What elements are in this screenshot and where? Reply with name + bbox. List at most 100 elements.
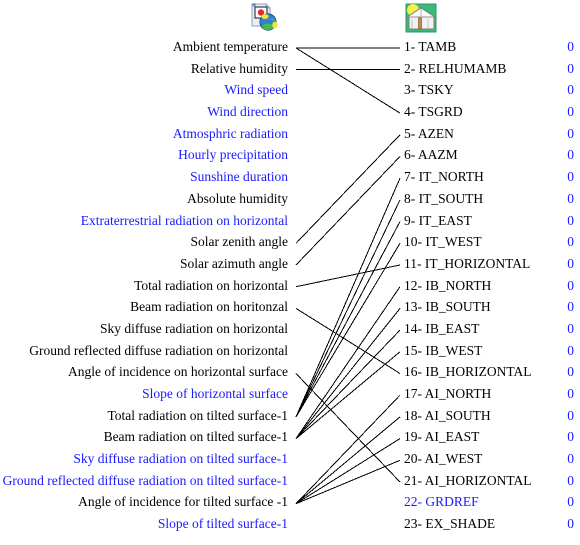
output-variable-row[interactable]: 6- AAZM 0: [404, 144, 580, 166]
output-variable-value: 0: [567, 147, 574, 163]
output-variable-row[interactable]: 9- IT_EAST 0: [404, 210, 580, 232]
input-variable-label: Wind speed: [224, 82, 288, 98]
input-variable-row[interactable]: Total radiation on tilted surface-1: [0, 405, 292, 427]
output-variable-row[interactable]: 15- IB_WEST 0: [404, 340, 580, 362]
output-variable-row[interactable]: 14- IB_EAST 0: [404, 318, 580, 340]
input-variable-row[interactable]: Ground reflected diffuse radiation on ho…: [0, 340, 292, 362]
output-variable-value: 0: [567, 234, 574, 250]
output-variable-row[interactable]: 3- TSKY 0: [404, 79, 580, 101]
connection-line[interactable]: [295, 373, 401, 483]
connection-line[interactable]: [295, 199, 401, 418]
connection-line[interactable]: [295, 264, 401, 288]
input-variable-row[interactable]: Atmosphric radiation: [0, 123, 292, 145]
input-variable-label: Total radiation on horizontal: [134, 277, 288, 293]
input-variable-row[interactable]: Slope of tilted surface-1: [0, 513, 292, 535]
output-variable-value: 0: [567, 212, 574, 228]
input-variable-label: Total radiation on tilted surface-1: [107, 407, 289, 423]
output-variable-row[interactable]: 13- IB_SOUTH 0: [404, 296, 580, 318]
output-variable-row[interactable]: 5- AZEN 0: [404, 123, 580, 145]
output-variable-label: 11- IT_HORIZONTAL: [404, 255, 531, 271]
input-variable-label: Atmosphric radiation: [172, 125, 288, 141]
input-variable-row[interactable]: Slope of horizontal surface: [0, 383, 292, 405]
weather-data-file-globe-icon[interactable]: [245, 2, 279, 34]
output-variable-row[interactable]: 19- AI_EAST 0: [404, 426, 580, 448]
input-variable-row[interactable]: Total radiation on horizontal: [0, 275, 292, 297]
output-variable-row[interactable]: 20- AI_WEST 0: [404, 448, 580, 470]
input-variable-row[interactable]: Ambient temperature: [0, 36, 292, 58]
output-variable-row[interactable]: 1- TAMB 0: [404, 36, 580, 58]
input-variable-row[interactable]: Sunshine duration: [0, 166, 292, 188]
input-variable-label: Wind direction: [207, 104, 288, 120]
output-variable-row[interactable]: 17- AI_NORTH 0: [404, 383, 580, 405]
input-variable-row[interactable]: Hourly precipitation: [0, 144, 292, 166]
connection-line[interactable]: [295, 459, 401, 505]
input-variable-list: Ambient temperature Relative humidity Wind…: [0, 36, 292, 535]
output-variable-value: 0: [567, 320, 574, 336]
input-variable-label: Solar azimuth angle: [180, 255, 288, 271]
connection-line[interactable]: [295, 416, 401, 505]
output-variable-row[interactable]: 21- AI_HORIZONTAL 0: [404, 470, 580, 492]
connection-line[interactable]: [295, 221, 401, 418]
output-variable-row[interactable]: 23- EX_SHADE 0: [404, 513, 580, 535]
output-variable-row[interactable]: 12- IB_NORTH 0: [404, 275, 580, 297]
output-variable-value: 0: [567, 342, 574, 358]
output-variable-label: 14- IB_EAST: [404, 320, 480, 336]
input-variable-label: Solar zenith angle: [190, 234, 288, 250]
input-variable-row[interactable]: Angle of incidence for tilted surface -1: [0, 491, 292, 513]
output-variable-label: 7- IT_NORTH: [404, 169, 484, 185]
output-variable-label: 6- AAZM: [404, 147, 458, 163]
connection-line[interactable]: [295, 438, 401, 505]
output-variable-value: 0: [567, 451, 574, 467]
output-variable-value: 0: [567, 516, 574, 532]
input-variable-row[interactable]: Beam radiation on tilted surface-1: [0, 426, 292, 448]
connection-line[interactable]: [295, 134, 401, 244]
output-variable-row[interactable]: 8- IT_SOUTH 0: [404, 188, 580, 210]
input-variable-row[interactable]: Solar azimuth angle: [0, 253, 292, 275]
output-variable-row[interactable]: 18- AI_SOUTH 0: [404, 405, 580, 427]
input-variable-row[interactable]: Sky diffuse radiation on tilted surface-…: [0, 448, 292, 470]
input-variable-row[interactable]: Beam radiation on horitonzal: [0, 296, 292, 318]
building-house-sun-icon[interactable]: [404, 2, 438, 34]
input-variable-row[interactable]: Relative humidity: [0, 58, 292, 80]
input-variable-row[interactable]: Ground reflected diffuse radiation on ti…: [0, 470, 292, 492]
input-variable-row[interactable]: Extraterrestrial radiation on horizontal: [0, 210, 292, 232]
connection-line[interactable]: [295, 243, 401, 418]
connection-line[interactable]: [295, 156, 401, 266]
connection-line[interactable]: [295, 308, 401, 439]
output-variable-row[interactable]: 22- GRDREF 0: [404, 491, 580, 513]
output-variable-label: 5- AZEN: [404, 125, 454, 141]
input-variable-row[interactable]: Absolute humidity: [0, 188, 292, 210]
input-variable-label: Sky diffuse radiation on tilted surface-…: [73, 451, 288, 467]
connection-line[interactable]: [295, 329, 401, 439]
output-variable-label: 17- AI_NORTH: [404, 386, 492, 401]
weather-data-file-globe-icon-svg: [251, 3, 278, 31]
input-variable-row[interactable]: Wind direction: [0, 101, 292, 123]
connection-line[interactable]: [295, 47, 401, 114]
connection-line[interactable]: [295, 394, 401, 505]
input-variable-label: Angle of incidence for tilted surface -1: [78, 494, 288, 510]
output-variable-row[interactable]: 16- IB_HORIZONTAL 0: [404, 361, 580, 383]
output-variable-list: 1- TAMB 0 2- RELHUMAMB 0 3- TSKY 0 4- TSGRD 0 5-…: [404, 36, 580, 535]
connection-line[interactable]: [295, 351, 401, 439]
input-variable-row[interactable]: Angle of incidence on horizontal surface: [0, 361, 292, 383]
output-variable-row[interactable]: 2- RELHUMAMB 0: [404, 58, 580, 80]
input-variable-label: Hourly precipitation: [178, 147, 288, 163]
output-variable-row[interactable]: 4- TSGRD 0: [404, 101, 580, 123]
connection-line[interactable]: [295, 286, 401, 439]
connection-line[interactable]: [295, 178, 401, 418]
output-variable-label: 8- IT_SOUTH: [404, 190, 484, 206]
output-variable-row[interactable]: 11- IT_HORIZONTAL 0: [404, 253, 580, 275]
output-variable-label: 9- IT_EAST: [404, 212, 472, 228]
output-variable-value: 0: [567, 364, 574, 380]
output-variable-label: 20- AI_WEST: [404, 451, 483, 467]
input-variable-label: Angle of incidence on horizontal surface: [67, 364, 288, 380]
output-variable-label: 19- AI_EAST: [404, 429, 480, 445]
input-variable-row[interactable]: Wind speed: [0, 79, 292, 101]
input-variable-label: Ground reflected diffuse radiation on ti…: [2, 472, 288, 488]
output-variable-row[interactable]: 7- IT_NORTH 0: [404, 166, 580, 188]
connection-line[interactable]: [295, 307, 401, 374]
input-variable-row[interactable]: Solar zenith angle: [0, 231, 292, 253]
output-variable-label: 13- IB_SOUTH: [404, 299, 491, 315]
input-variable-row[interactable]: Sky diffuse radiation on horizontal: [0, 318, 292, 340]
output-variable-row[interactable]: 10- IT_WEST 0: [404, 231, 580, 253]
